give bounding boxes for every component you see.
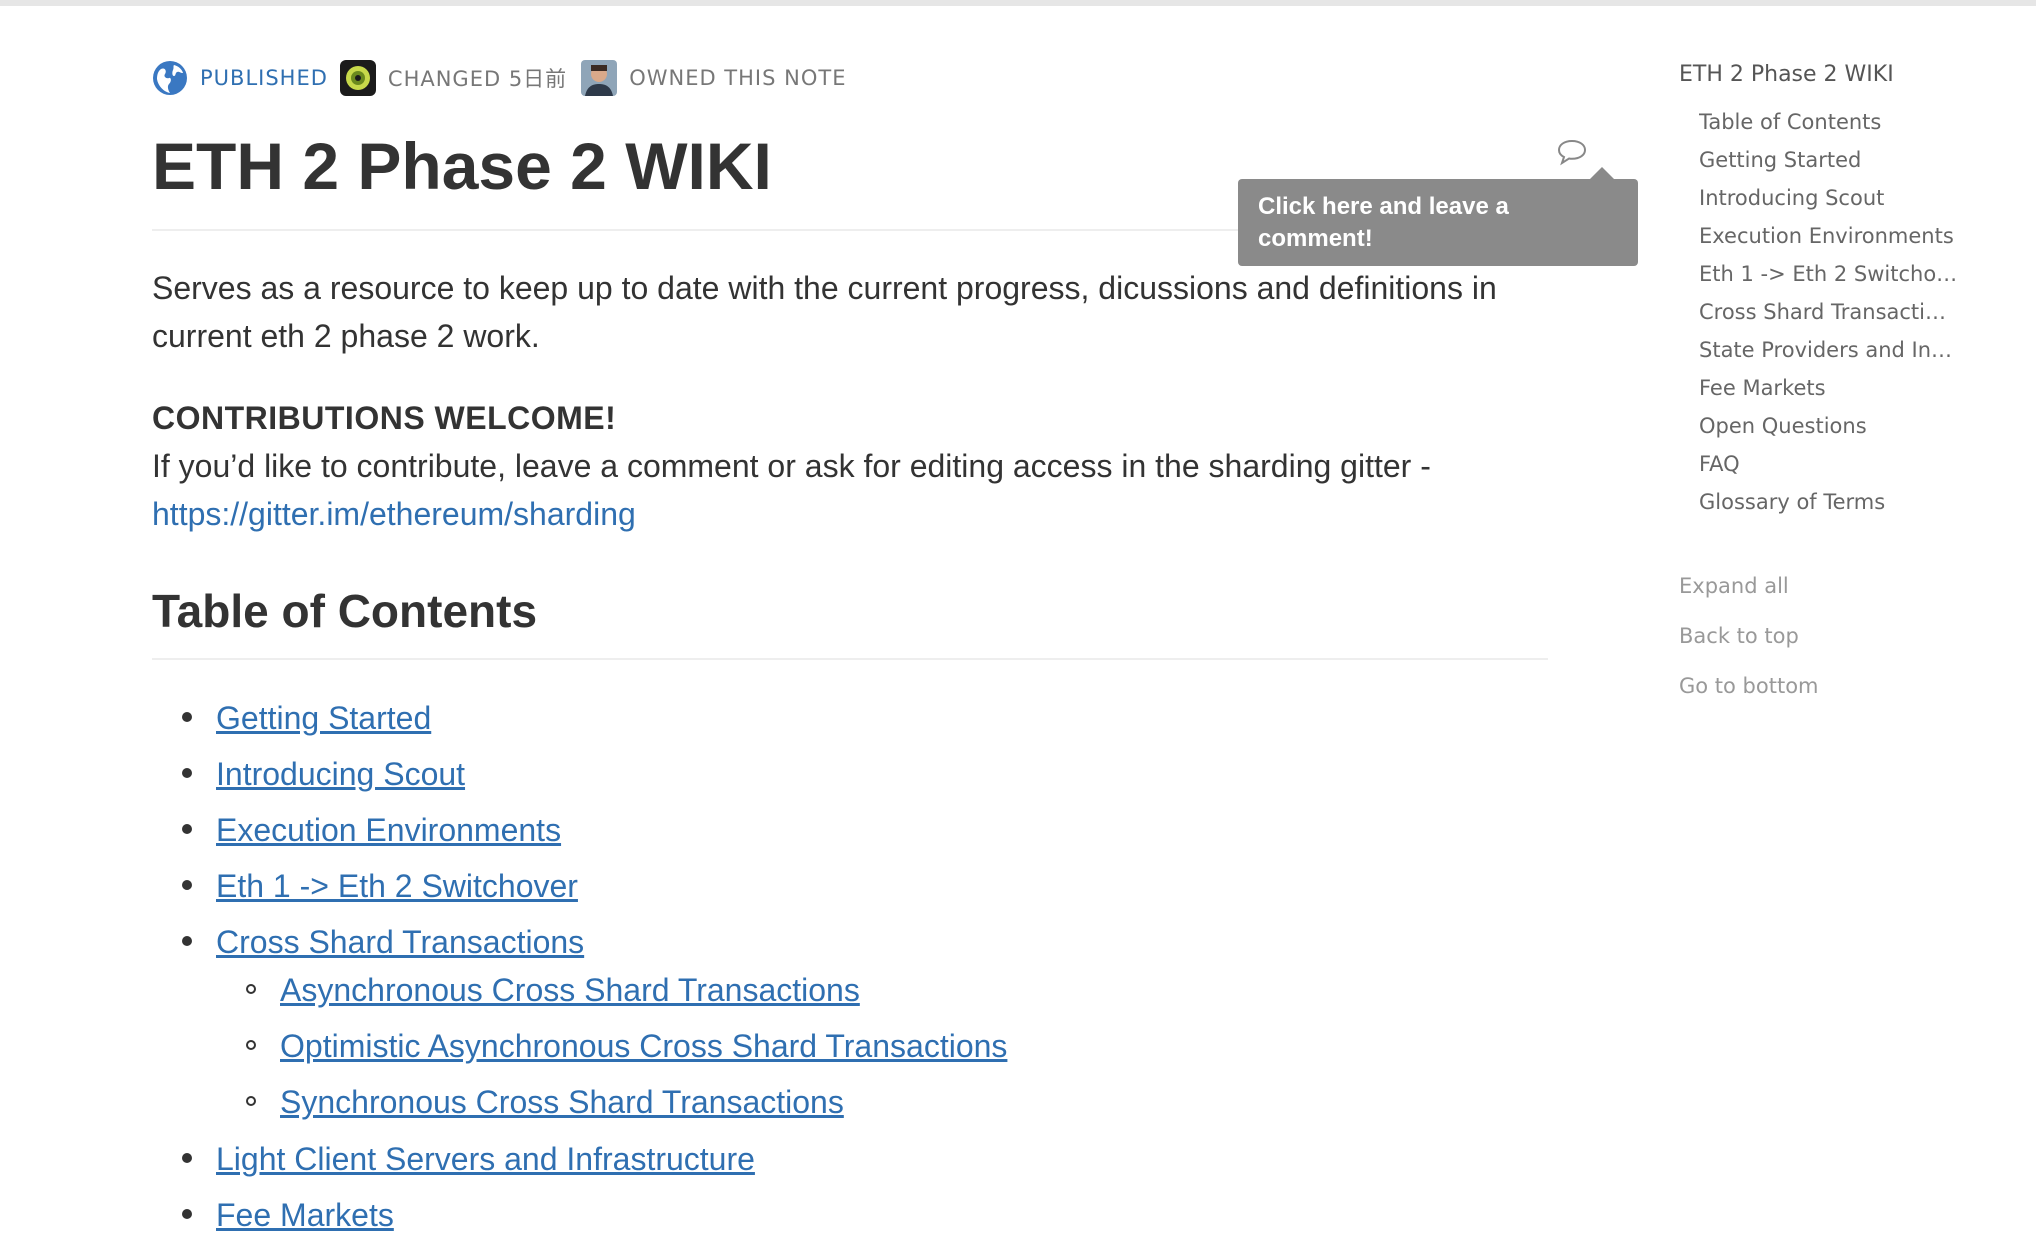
contributions-heading: CONTRIBUTIONS WELCOME! xyxy=(152,400,617,436)
sidebar-item-state-providers[interactable]: State Providers and In… xyxy=(1699,338,1963,362)
toc-link-fee-markets[interactable]: Fee Markets xyxy=(216,1195,394,1235)
contributions-text: If you’d like to contribute, leave a com… xyxy=(152,448,1431,484)
sidebar-item-introducing-scout[interactable]: Introducing Scout xyxy=(1699,186,1963,210)
intro-paragraph: Serves as a resource to keep up to date … xyxy=(152,270,1497,354)
published-status[interactable]: PUBLISHED xyxy=(200,66,328,90)
toc-link-cross-shard[interactable]: Cross Shard Transactions xyxy=(216,922,584,962)
sidebar-title[interactable]: ETH 2 Phase 2 WIKI xyxy=(1679,62,1894,87)
globe-icon xyxy=(153,61,187,95)
contributions-paragraph: If you’d like to contribute, leave a com… xyxy=(152,442,1652,538)
toc-heading: Table of Contents xyxy=(152,585,538,637)
comment-icon[interactable] xyxy=(1556,138,1588,166)
toc-link-switchover[interactable]: Eth 1 -> Eth 2 Switchover xyxy=(216,866,578,906)
expand-all-link[interactable]: Expand all xyxy=(1679,574,1789,598)
tooltip-arrow xyxy=(1590,167,1614,179)
sub-bullet-icon xyxy=(246,1096,256,1106)
bullet-icon xyxy=(182,1209,192,1219)
note-meta-bar: PUBLISHED CHANGED 5日前 OWNED THIS NOTE xyxy=(152,58,846,98)
changed-time: CHANGED 5日前 xyxy=(387,67,568,91)
sidebar-item-open-questions[interactable]: Open Questions xyxy=(1699,414,1963,438)
toc-link-light-client[interactable]: Light Client Servers and Infrastructure xyxy=(216,1139,755,1179)
owner-avatar[interactable] xyxy=(581,60,618,96)
toc-link-async-cross-shard[interactable]: Asynchronous Cross Shard Transactions xyxy=(280,970,860,1010)
toc-link-execution-environments[interactable]: Execution Environments xyxy=(216,810,561,850)
bullet-icon xyxy=(182,824,192,834)
changer-avatar[interactable] xyxy=(339,60,376,96)
sidebar-item-execution-environments[interactable]: Execution Environments xyxy=(1699,224,1963,248)
toc-link-introducing-scout[interactable]: Introducing Scout xyxy=(216,754,465,794)
user-photo-icon xyxy=(581,60,618,96)
page-title: ETH 2 Phase 2 WIKI xyxy=(152,129,772,203)
bullet-icon xyxy=(182,1153,192,1163)
sub-bullet-icon xyxy=(246,1040,256,1050)
gitter-link[interactable]: https://gitter.im/ethereum/sharding xyxy=(152,496,636,532)
sidebar-item-table-of-contents[interactable]: Table of Contents xyxy=(1699,110,1963,134)
avatar-icon xyxy=(345,66,370,90)
back-to-top-link[interactable]: Back to top xyxy=(1679,624,1799,648)
bullet-icon xyxy=(182,712,192,722)
sidebar-item-getting-started[interactable]: Getting Started xyxy=(1699,148,1963,172)
owner-label: OWNED THIS NOTE xyxy=(629,66,847,90)
sidebar-item-fee-markets[interactable]: Fee Markets xyxy=(1699,376,1963,400)
toc-link-sync-cross-shard[interactable]: Synchronous Cross Shard Transactions xyxy=(280,1082,844,1122)
sidebar-item-cross-shard[interactable]: Cross Shard Transacti… xyxy=(1699,300,1963,324)
toc-list: Getting Started Introducing Scout Execut… xyxy=(0,0,1007,1233)
toc-link-getting-started[interactable]: Getting Started xyxy=(216,698,431,738)
sidebar-item-glossary[interactable]: Glossary of Terms xyxy=(1699,490,1963,514)
toc-divider xyxy=(152,658,1548,660)
sub-bullet-icon xyxy=(246,984,256,994)
toc-link-optimistic-async[interactable]: Optimistic Asynchronous Cross Shard Tran… xyxy=(280,1026,1007,1066)
bullet-icon xyxy=(182,880,192,890)
sidebar-item-switchover[interactable]: Eth 1 -> Eth 2 Switcho… xyxy=(1699,262,1963,286)
bullet-icon xyxy=(182,768,192,778)
top-border xyxy=(0,0,2036,6)
sidebar-item-faq[interactable]: FAQ xyxy=(1699,452,1963,476)
go-to-bottom-link[interactable]: Go to bottom xyxy=(1679,674,1819,698)
bullet-icon xyxy=(182,936,192,946)
comment-tooltip[interactable]: Click here and leave a comment! xyxy=(1238,179,1638,266)
